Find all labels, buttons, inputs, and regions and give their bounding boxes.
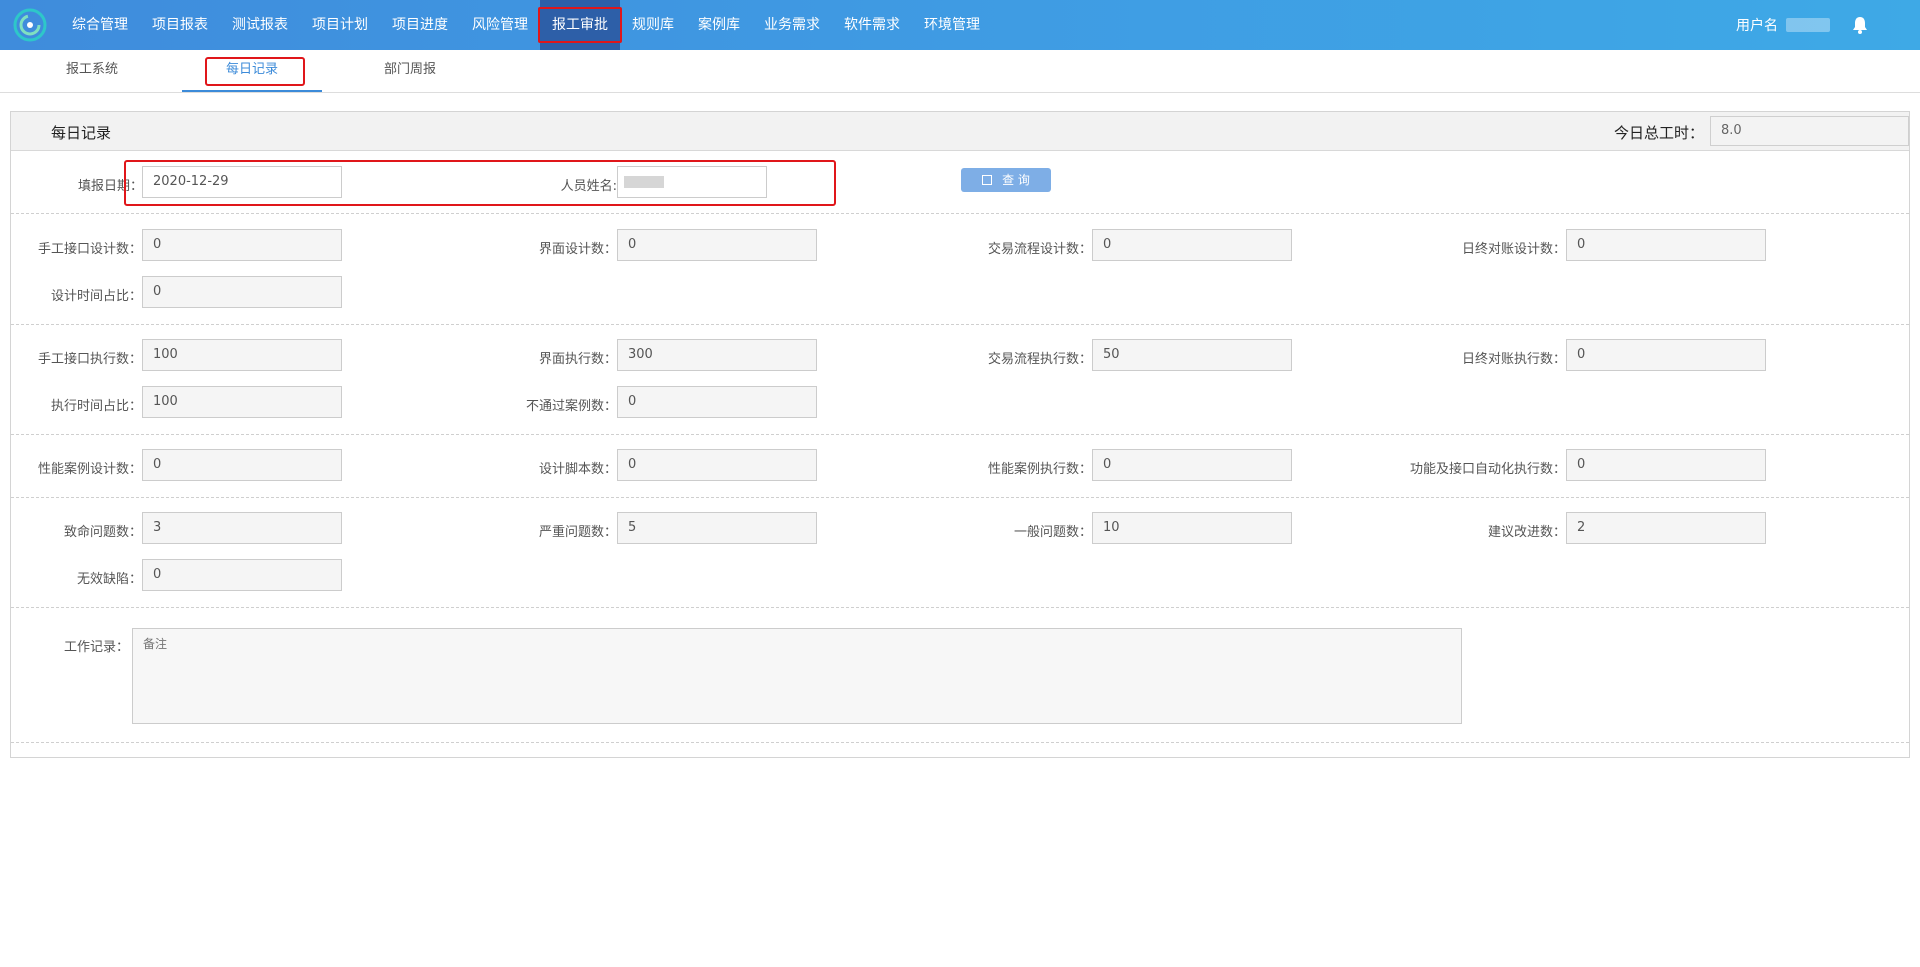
invalid-defects-input[interactable]: 0	[142, 559, 342, 591]
nav-item-software-req[interactable]: 软件需求	[832, 0, 912, 50]
app-logo-icon[interactable]	[13, 8, 47, 42]
divider	[11, 434, 1909, 435]
query-button[interactable]: 查 询	[961, 168, 1051, 192]
script-design-input[interactable]: 0	[617, 449, 817, 481]
divider	[11, 324, 1909, 325]
highlight-box	[205, 57, 305, 86]
sub-tabs: 报工系统 每日记录 部门周报	[0, 50, 1920, 93]
eod-design-label: 日终对账设计数：	[1461, 242, 1566, 257]
general-issues-label: 一般问题数：	[1013, 525, 1092, 540]
nav-item-project-report[interactable]: 项目报表	[140, 0, 220, 50]
ui-exec-label: 界面执行数：	[538, 352, 617, 367]
suggestions-input[interactable]: 2	[1566, 512, 1766, 544]
manual-interface-design-label: 手工接口设计数：	[37, 242, 142, 257]
divider	[11, 213, 1909, 214]
perf-exec-label: 性能案例执行数：	[987, 462, 1092, 477]
ui-design-label: 界面设计数：	[538, 242, 617, 257]
nav-item-risk[interactable]: 风险管理	[460, 0, 540, 50]
suggestions-label: 建议改进数：	[1487, 525, 1566, 540]
username-label: 用户名	[1736, 18, 1778, 34]
exec-time-ratio-label: 执行时间占比：	[50, 399, 142, 414]
search-icon	[982, 175, 993, 185]
flow-exec-input[interactable]: 50	[1092, 339, 1292, 371]
total-hours-label: 今日总工时：	[1613, 124, 1704, 142]
work-log-label: 工作记录：	[63, 640, 129, 655]
nav-item-test-report[interactable]: 测试报表	[220, 0, 300, 50]
tab-daily-record[interactable]: 每日记录	[182, 50, 322, 92]
name-input[interactable]	[617, 166, 767, 198]
divider	[11, 497, 1909, 498]
ui-design-input[interactable]: 0	[617, 229, 817, 261]
failed-cases-input[interactable]: 0	[617, 386, 817, 418]
script-design-label: 设计脚本数：	[538, 462, 617, 477]
manual-interface-design-input[interactable]: 0	[142, 229, 342, 261]
divider	[11, 742, 1909, 743]
name-redacted	[624, 175, 664, 188]
nav-item-project-progress[interactable]: 项目进度	[380, 0, 460, 50]
general-issues-input[interactable]: 10	[1092, 512, 1292, 544]
user-menu[interactable]: 用户名	[1736, 0, 1830, 50]
perf-exec-input[interactable]: 0	[1092, 449, 1292, 481]
nav-item-work-approval[interactable]: 报工审批	[538, 0, 622, 50]
flow-design-label: 交易流程设计数：	[987, 242, 1092, 257]
nav-item-cases[interactable]: 案例库	[686, 0, 752, 50]
daily-record-panel: 每日记录 今日总工时： 8.0 填报日期： 2020-12-29 人员姓名: 查…	[10, 111, 1910, 758]
main-nav: 综合管理 项目报表 测试报表 项目计划 项目进度 风险管理 报工审批 规则库 案…	[60, 0, 992, 50]
name-label: 人员姓名:	[560, 179, 617, 194]
design-time-ratio-label: 设计时间占比：	[50, 289, 142, 304]
bell-icon[interactable]	[1850, 15, 1870, 35]
design-time-ratio-input[interactable]: 0	[142, 276, 342, 308]
perf-design-input[interactable]: 0	[142, 449, 342, 481]
total-hours-field[interactable]: 8.0	[1710, 116, 1909, 146]
nav-item-business-req[interactable]: 业务需求	[752, 0, 832, 50]
severe-issues-input[interactable]: 5	[617, 512, 817, 544]
invalid-defects-label: 无效缺陷：	[76, 572, 142, 587]
nav-item-general[interactable]: 综合管理	[60, 0, 140, 50]
automation-exec-label: 功能及接口自动化执行数：	[1409, 462, 1566, 477]
eod-exec-input[interactable]: 0	[1566, 339, 1766, 371]
username-redacted	[1786, 18, 1830, 32]
ui-exec-input[interactable]: 300	[617, 339, 817, 371]
automation-exec-input[interactable]: 0	[1566, 449, 1766, 481]
flow-exec-label: 交易流程执行数：	[987, 352, 1092, 367]
date-label: 填报日期：	[77, 179, 143, 194]
divider	[11, 607, 1909, 608]
fatal-issues-label: 致命问题数：	[63, 525, 142, 540]
tab-report-system[interactable]: 报工系统	[42, 50, 142, 92]
manual-interface-exec-input[interactable]: 100	[142, 339, 342, 371]
query-button-label: 查 询	[1002, 173, 1030, 187]
panel-title: 每日记录	[51, 124, 112, 142]
perf-design-label: 性能案例设计数：	[37, 462, 142, 477]
nav-item-project-plan[interactable]: 项目计划	[300, 0, 380, 50]
eod-design-input[interactable]: 0	[1566, 229, 1766, 261]
fatal-issues-input[interactable]: 3	[142, 512, 342, 544]
nav-item-env[interactable]: 环境管理	[912, 0, 992, 50]
date-input[interactable]: 2020-12-29	[142, 166, 342, 198]
work-log-textarea[interactable]	[132, 628, 1462, 724]
eod-exec-label: 日终对账执行数：	[1461, 352, 1566, 367]
exec-time-ratio-input[interactable]: 100	[142, 386, 342, 418]
manual-interface-exec-label: 手工接口执行数：	[37, 352, 142, 367]
top-nav-bar: 综合管理 项目报表 测试报表 项目计划 项目进度 风险管理 报工审批 规则库 案…	[0, 0, 1920, 50]
severe-issues-label: 严重问题数：	[538, 525, 617, 540]
panel-header: 每日记录 今日总工时： 8.0	[11, 112, 1909, 151]
flow-design-input[interactable]: 0	[1092, 229, 1292, 261]
tab-dept-weekly[interactable]: 部门周报	[360, 50, 460, 92]
failed-cases-label: 不通过案例数：	[525, 399, 617, 414]
nav-item-rules[interactable]: 规则库	[620, 0, 686, 50]
